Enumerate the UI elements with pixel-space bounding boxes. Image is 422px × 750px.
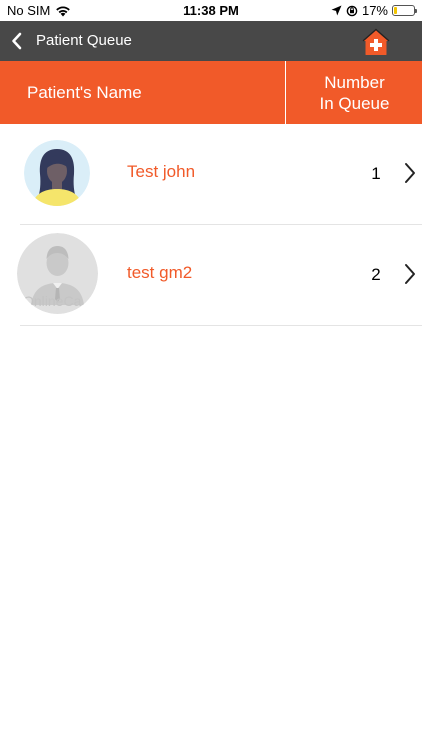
battery-level (394, 7, 398, 14)
column-header-name: Patient's Name (0, 61, 286, 124)
patient-name: test gm2 (127, 263, 193, 282)
patient-row[interactable]: OnlineCa test gm2 2 (0, 225, 422, 326)
column-header-queue: Number In Queue (287, 61, 422, 124)
queue-number: 1 (371, 164, 381, 183)
column-header-queue-line2: In Queue (319, 93, 390, 113)
chevron-left-icon (12, 32, 22, 50)
page-title: Patient Queue (36, 32, 132, 49)
table-header: Patient's Name Number In Queue (0, 61, 422, 124)
chevron-right-icon (405, 163, 415, 183)
location-arrow-icon (331, 5, 342, 16)
queue-number: 2 (371, 265, 381, 284)
patient-name: Test john (127, 162, 196, 181)
nav-bar: Patient Queue (0, 21, 422, 61)
column-header-queue-line1: Number (324, 72, 385, 92)
female-avatar-icon (24, 140, 90, 206)
patient-row[interactable]: Test john 1 (0, 124, 422, 225)
battery-icon (392, 5, 417, 16)
default-user-avatar-icon: OnlineCa (17, 233, 98, 314)
status-right: 17% (331, 3, 417, 18)
column-header-name-label: Patient's Name (27, 83, 142, 102)
back-button[interactable] (8, 29, 28, 53)
avatar-watermark: OnlineCa (23, 293, 82, 309)
home-button[interactable] (362, 28, 390, 56)
rotation-lock-icon (346, 5, 358, 16)
chevron-right-icon (405, 264, 415, 284)
hospital-home-icon (362, 28, 390, 55)
status-bar: No SIM 11:38 PM 17% (0, 0, 422, 21)
battery-percent: 17% (361, 3, 388, 18)
